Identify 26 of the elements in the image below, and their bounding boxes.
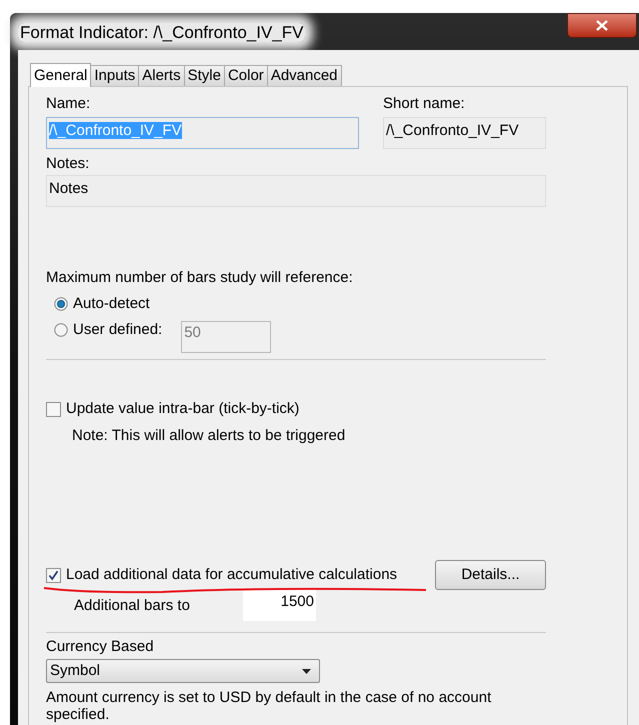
radio-label: Auto-detect: [73, 294, 150, 314]
dropdown-value: Symbol: [50, 660, 100, 681]
checkbox-label: Update value intra-bar (tick-by-tick): [66, 399, 300, 419]
details-button[interactable]: Details...: [435, 560, 546, 590]
currency-dropdown[interactable]: Symbol: [46, 659, 320, 683]
footnote-text: Amount currency is set to USD by default in the case of no account specified.: [46, 689, 492, 723]
field-label: Name:: [46, 95, 92, 113]
note-text: Note: This will allow alerts to be triggered: [72, 426, 346, 446]
short-name-field[interactable]: /\_Confronto_IV_FV: [383, 117, 546, 149]
field-value: /\_Confronto_IV_FV: [49, 122, 182, 139]
tab[interactable]: Color: [224, 65, 268, 86]
window-title: Format Indicator: /\_Confronto_IV_FV: [18, 23, 306, 42]
section-label: Currency Based: [46, 638, 155, 656]
tab[interactable]: Inputs: [91, 65, 140, 86]
tab[interactable]: Advanced: [268, 65, 342, 86]
bars-field[interactable]: 1500: [243, 589, 316, 621]
field-label: Notes:: [46, 155, 90, 173]
tab[interactable]: Style: [184, 65, 225, 86]
radio-label: User defined:: [73, 320, 162, 340]
section-label: Maximum number of bars study will reference:: [46, 269, 354, 287]
checkbox-label: Load additional data for accumulative calculations: [66, 564, 398, 585]
field-label: Additional bars to: [74, 596, 191, 616]
field-label: Short name:: [383, 95, 466, 113]
tab[interactable]: General: [30, 63, 92, 87]
notes-field[interactable]: Notes: [46, 175, 546, 207]
tab[interactable]: Alerts: [139, 65, 185, 86]
